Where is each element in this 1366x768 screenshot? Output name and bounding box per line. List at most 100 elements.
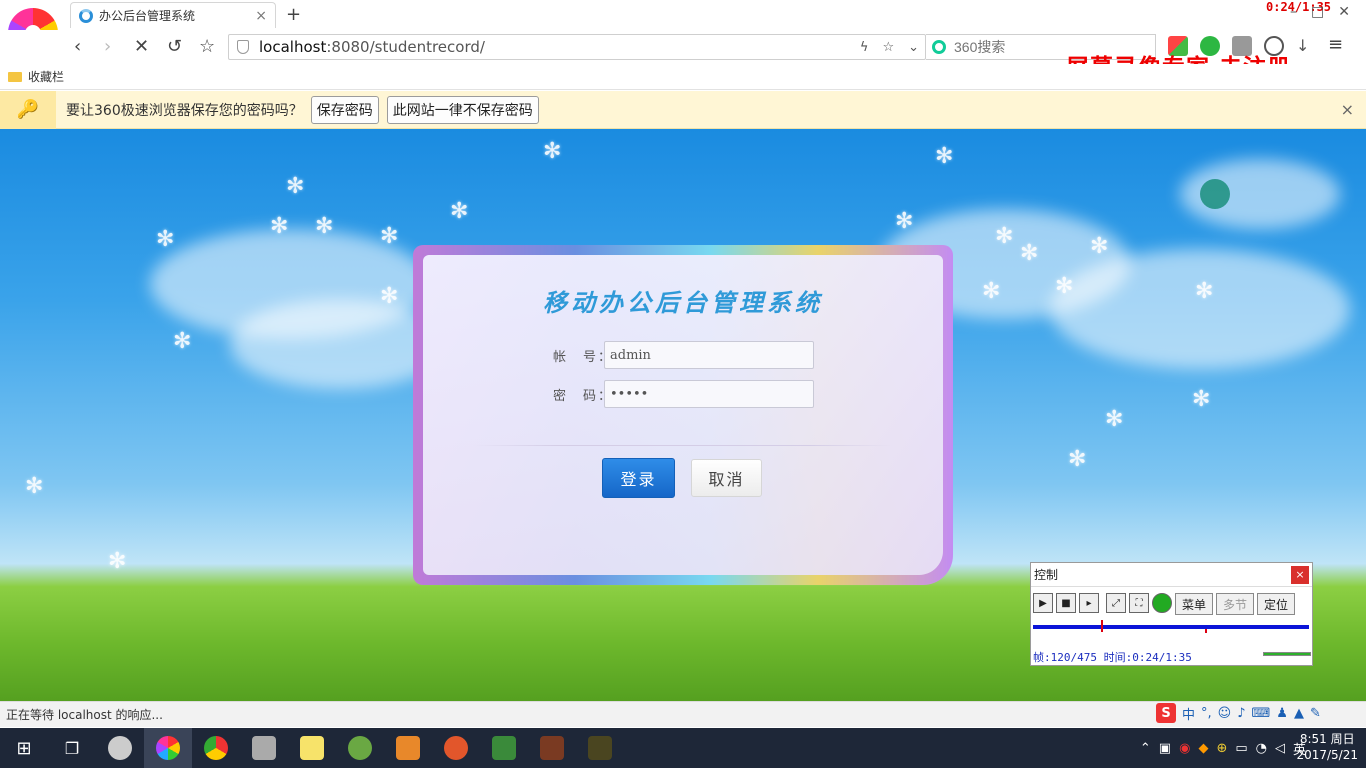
minimize-icon[interactable]: –: [1290, 4, 1297, 20]
reload-icon[interactable]: ↺: [167, 36, 182, 57]
taskbar-app-fan[interactable]: [96, 728, 144, 768]
tab-close-button[interactable]: ×: [255, 8, 267, 24]
stop-icon[interactable]: ✕: [134, 36, 149, 57]
taskbar-app-chrome[interactable]: [192, 728, 240, 768]
recorder-progress-marker[interactable]: [1101, 620, 1103, 632]
volume-slider[interactable]: [1263, 652, 1311, 656]
taskbar-app-elephant[interactable]: [240, 728, 288, 768]
sticky-notes-icon: [300, 736, 324, 760]
play-icon[interactable]: ▶: [1033, 593, 1053, 613]
dandelion-seed: ✻: [270, 214, 289, 239]
dandelion-seed: ✻: [1020, 241, 1039, 266]
dandelion-seed: ✻: [25, 474, 44, 499]
recorder-locate-button[interactable]: 定位: [1257, 593, 1296, 615]
ime-toolbar: S 中 °, ☺ ♪ ⌨ ♟ ▲ ✎: [1156, 703, 1321, 723]
dandelion-seed: ✻: [995, 224, 1014, 249]
game-icon: [540, 736, 564, 760]
punctuation-icon[interactable]: °,: [1201, 706, 1212, 721]
taskbar-app-mail[interactable]: [384, 728, 432, 768]
bookmarks-label[interactable]: 收藏栏: [28, 68, 64, 85]
volume-icon[interactable]: ◁: [1275, 741, 1285, 756]
stop-record-icon[interactable]: ■: [1056, 593, 1076, 613]
star-icon[interactable]: ☆: [199, 36, 215, 57]
wifi-icon[interactable]: ◔: [1256, 741, 1267, 756]
bookmarks-bar: 收藏栏: [0, 64, 1366, 90]
new-tab-button[interactable]: +: [286, 4, 301, 25]
emoji-icon[interactable]: ☺: [1218, 706, 1232, 721]
next-frame-icon[interactable]: ▸: [1079, 593, 1099, 613]
camera-icon[interactable]: ▣: [1159, 741, 1171, 756]
tray-expand-icon[interactable]: ⌃: [1140, 741, 1151, 756]
plus-icon[interactable]: ⊕: [1216, 741, 1227, 756]
skin-icon[interactable]: ♟: [1276, 706, 1288, 721]
dandelion-seed: ✻: [1192, 387, 1211, 412]
dandelion-seed: ✻: [1090, 234, 1109, 259]
back-icon[interactable]: ‹: [74, 36, 81, 57]
forward-icon[interactable]: ›: [104, 36, 111, 57]
start-button[interactable]: ⊞: [0, 728, 48, 768]
dandelion-seed: ✻: [1105, 407, 1124, 432]
cursor-icon[interactable]: [1152, 593, 1172, 613]
taskbar-app-chart[interactable]: [480, 728, 528, 768]
recorder-control-window: 控制 × ▶ ■ ▸ ⤢ ⛶ 菜单 多节 定位 帧:120/475 时间:0:2…: [1030, 562, 1313, 666]
cancel-button[interactable]: 取消: [691, 459, 762, 497]
task-view-button[interactable]: ❐: [48, 728, 96, 768]
taskbar-app-360browser[interactable]: [144, 728, 192, 768]
never-save-password-button[interactable]: 此网站一律不保存密码: [386, 95, 539, 124]
taskbar-app-design[interactable]: [576, 728, 624, 768]
dandelion-seed: ✻: [156, 227, 175, 252]
ime-mode[interactable]: 中: [1182, 704, 1195, 723]
security-icon[interactable]: ◉: [1179, 741, 1190, 756]
dandelion-seed: ✻: [450, 199, 469, 224]
keyboard-icon[interactable]: ⌨: [1252, 706, 1271, 721]
menu-icon[interactable]: ≡: [1328, 36, 1348, 56]
mail-icon: [396, 736, 420, 760]
recorder-end-marker: [1205, 629, 1207, 633]
qq-icon[interactable]: ◆: [1198, 741, 1208, 756]
battery-icon[interactable]: ▭: [1235, 741, 1247, 756]
taskbar-app-notes[interactable]: [288, 728, 336, 768]
cloud: [1050, 249, 1350, 369]
key-icon: 🔑: [0, 90, 56, 129]
fullscreen-icon[interactable]: ⛶: [1129, 593, 1149, 613]
sogou-icon[interactable]: S: [1156, 703, 1176, 723]
login-button[interactable]: 登录: [602, 458, 675, 498]
microphone-icon[interactable]: ♪: [1237, 706, 1245, 721]
download-icon[interactable]: ↓: [1296, 36, 1316, 56]
taskbar-app-game[interactable]: [528, 728, 576, 768]
recorder-menu-button[interactable]: 菜单: [1175, 593, 1214, 615]
tab-active[interactable]: 办公后台管理系统 ×: [70, 2, 276, 28]
account-input[interactable]: [604, 341, 814, 369]
recorder-close-button[interactable]: ×: [1291, 565, 1309, 584]
dandelion-seed: ✻: [380, 284, 399, 309]
password-bar-close-button[interactable]: ×: [1341, 100, 1354, 119]
dandelion-seed: ✻: [982, 279, 1001, 304]
elephant-icon: [252, 736, 276, 760]
save-password-message: 要让360极速浏览器保存您的密码吗？: [66, 102, 303, 119]
save-password-button[interactable]: 保存密码: [310, 95, 379, 124]
recorder-titlebar[interactable]: 控制 ×: [1031, 563, 1312, 587]
recorder-progress-track[interactable]: [1033, 625, 1309, 629]
loading-icon: [79, 8, 93, 23]
bookmark-star-icon[interactable]: ☆: [882, 40, 894, 55]
lightning-icon[interactable]: ϟ: [860, 40, 869, 55]
maximize-icon[interactable]: □: [1311, 4, 1324, 20]
save-password-bar: 🔑 要让360极速浏览器保存您的密码吗？ 保存密码 此网站一律不保存密码 ×: [0, 90, 1366, 129]
fit-window-icon[interactable]: ⤢: [1106, 593, 1126, 613]
wrench-icon[interactable]: ✎: [1310, 706, 1321, 721]
password-input[interactable]: [604, 380, 814, 408]
close-window-icon[interactable]: ✕: [1338, 4, 1350, 20]
dandelion-seed: ✻: [543, 139, 562, 164]
dandelion-seed: ✻: [380, 224, 399, 249]
dandelion-seed: ✻: [1195, 279, 1214, 304]
shirt-icon[interactable]: ▲: [1294, 706, 1304, 721]
recorder-multi-button[interactable]: 多节: [1216, 593, 1255, 615]
address-bar[interactable]: localhost :8080/studentrecord/ ϟ ☆ ⌄: [228, 34, 926, 60]
clock-time: 8:51 周日: [1299, 732, 1355, 746]
taskbar-app-editor[interactable]: [336, 728, 384, 768]
status-text: 正在等待 localhost 的响应...: [6, 708, 163, 722]
clock[interactable]: 8:51 周日 2017/5/21: [1296, 731, 1358, 763]
dandelion-seed: ✻: [1055, 274, 1074, 299]
dropdown-chevron-icon[interactable]: ⌄: [908, 40, 919, 55]
taskbar-app-settings[interactable]: [432, 728, 480, 768]
